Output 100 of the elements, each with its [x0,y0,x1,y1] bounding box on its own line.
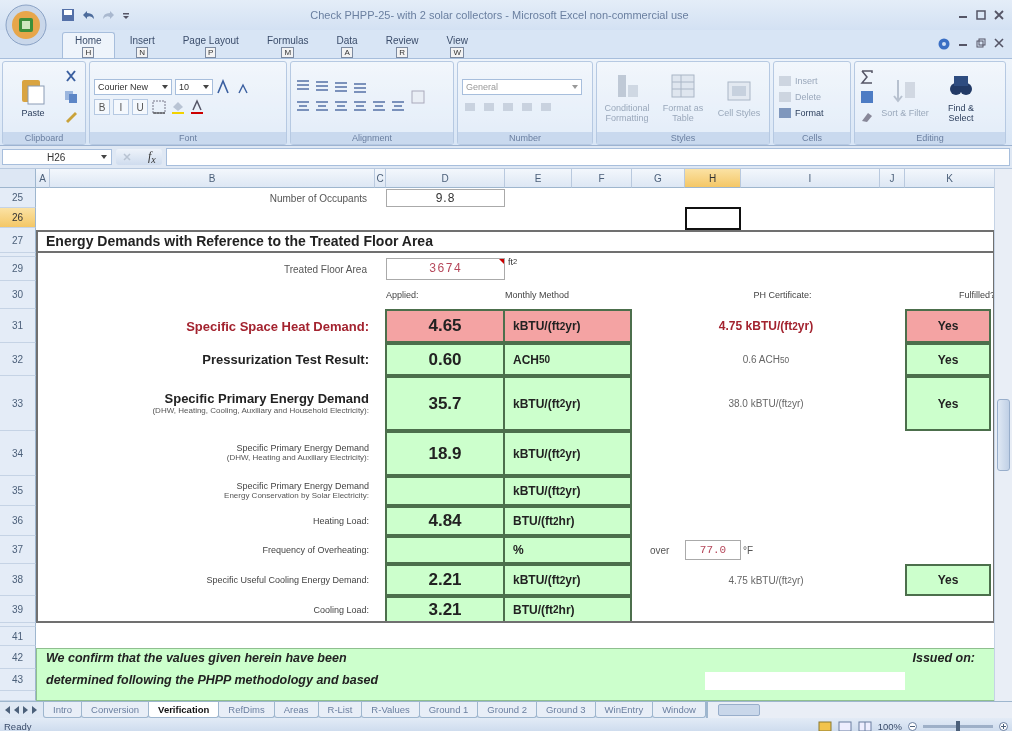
column-header[interactable]: B [50,169,375,188]
floor-area-field[interactable]: 3674 [386,258,505,280]
sheet-tab[interactable]: Intro [43,702,82,718]
scrollbar-thumb[interactable] [997,399,1010,471]
row-header[interactable]: 43 [0,669,36,691]
selected-cell[interactable] [685,207,741,230]
row-header[interactable]: 33 [0,376,36,431]
row-header[interactable] [0,691,36,701]
format-toggle[interactable]: B [94,99,110,115]
sheet-tab[interactable]: Ground 1 [418,702,479,718]
ribbon-button[interactable]: Find & Select [935,71,987,123]
row-header[interactable]: 30 [0,281,36,309]
column-header[interactable]: H [685,169,741,188]
formula-field[interactable] [165,148,1010,166]
ribbon-button[interactable]: Format [778,107,824,119]
format-toggle[interactable]: U [132,99,148,115]
row-header[interactable]: 41 [0,627,36,646]
close-icon[interactable] [994,10,1004,20]
sheet-tab[interactable]: Window [652,702,706,718]
fill-color-icon[interactable] [170,99,186,115]
column-header[interactable]: J [880,169,905,188]
first-sheet-icon[interactable] [4,706,11,714]
restore-icon[interactable] [976,38,986,48]
occupants-field[interactable]: 9.8 [386,189,505,207]
row-header[interactable]: 26 [0,208,36,228]
sheet-tab[interactable]: Conversion [81,702,150,718]
column-header[interactable]: E [505,169,572,188]
sheet-tab[interactable]: WinEntry [594,702,654,718]
row-header[interactable]: 35 [0,476,36,506]
sheet-tab[interactable]: Areas [273,702,319,718]
row-header[interactable]: 37 [0,536,36,564]
maximize-icon[interactable] [976,10,986,20]
next-sheet-icon[interactable] [22,706,29,714]
column-heading: PH Certificate: [752,289,813,302]
row-header[interactable]: 32 [0,343,36,376]
format-toggle[interactable]: I [113,99,129,115]
column-header[interactable]: G [632,169,685,188]
horizontal-scrollbar[interactable] [705,702,1012,718]
row-header[interactable]: 38 [0,564,36,596]
previous-sheet-icon[interactable] [13,706,20,714]
issued-label: Issued on: [911,649,976,667]
row-label: Specific Primary Energy Demand [164,390,369,406]
row-header[interactable]: 27 [0,228,36,253]
column-header[interactable]: F [572,169,632,188]
row-header[interactable]: 42 [0,646,36,669]
autosum-icon[interactable] [859,69,875,85]
fill-icon[interactable] [859,89,875,105]
cancel-icon[interactable] [122,152,132,162]
font-size-dropdown[interactable]: 10 [175,79,213,95]
help-icon[interactable] [938,38,950,50]
bottom-align-icon[interactable] [333,79,349,95]
sheet-tab[interactable]: Ground 2 [477,702,537,718]
keytip: A [341,47,353,58]
select-all-button[interactable] [0,169,36,188]
close-icon[interactable] [994,38,1004,48]
unit-label: °F [742,543,755,558]
condition-label: over [649,543,671,558]
row-header[interactable]: 36 [0,506,36,536]
sheet-tab[interactable]: RefDims [218,702,275,718]
row-label: Heating Load: [312,516,369,526]
borders-icon[interactable] [151,99,167,115]
ribbon-button[interactable]: Paste [7,76,59,118]
page-break-view-icon[interactable] [857,721,872,731]
scrollbar-thumb[interactable] [717,704,760,716]
sheet-tab[interactable]: Verification [148,702,220,718]
number-format-dropdown[interactable]: General [462,79,582,95]
ribbon-tab[interactable]: Data A [323,32,371,58]
slider-thumb[interactable] [956,721,960,731]
save-icon[interactable] [60,7,76,23]
ribbon-tab[interactable]: Home H [62,32,115,58]
sheet-tab[interactable]: R-List [317,702,363,718]
column-header[interactable]: I [741,169,880,188]
grow-font-icon[interactable] [216,79,232,95]
row-header[interactable]: 25 [0,188,36,208]
column-header[interactable]: C [375,169,386,188]
column-header[interactable]: A [36,169,50,188]
sheet-tab[interactable]: Ground 3 [536,702,596,718]
normal-view-icon[interactable] [817,721,832,731]
name-box[interactable]: H26 [2,149,112,165]
zoom-in-icon[interactable] [999,722,1008,731]
zoom-level[interactable]: 100% [877,721,902,731]
caret-icon [203,85,209,89]
zoom-out-icon[interactable] [908,722,917,731]
column-header[interactable]: D [386,169,505,188]
column-header[interactable]: K [905,169,994,188]
temperature-field[interactable]: 77.0 [685,540,741,560]
copy-icon[interactable] [63,89,79,105]
font-color-icon[interactable] [189,99,205,115]
row-header[interactable]: 31 [0,309,36,343]
wrap-text-icon[interactable] [410,89,426,105]
page-layout-view-icon[interactable] [837,721,852,731]
row-header[interactable]: 39 [0,596,36,623]
vertical-scrollbar[interactable] [994,169,1012,701]
row-header[interactable]: 34 [0,431,36,476]
sheet-tab[interactable]: R-Values [361,702,420,718]
fulfilled-cell: Yes [905,343,991,376]
row-header[interactable]: 29 [0,257,36,281]
last-sheet-icon[interactable] [31,706,38,714]
font-name-dropdown[interactable]: Courier New [94,79,172,95]
date-field[interactable] [705,672,905,690]
